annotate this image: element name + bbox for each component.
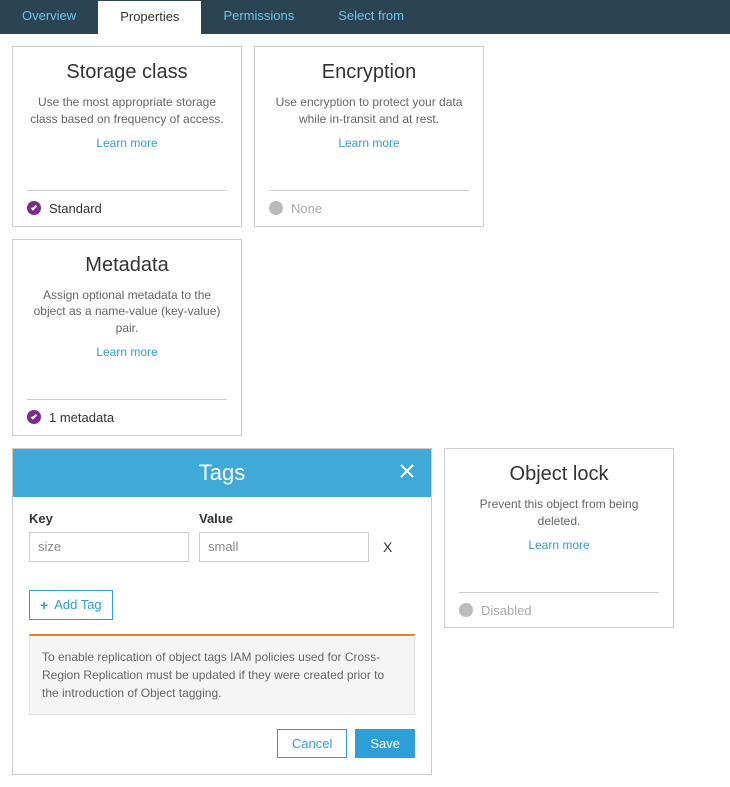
plus-icon: + (40, 597, 48, 613)
card-desc: Use encryption to protect your data whil… (269, 94, 469, 128)
card-footer: None (269, 190, 469, 226)
card-encryption[interactable]: Encryption Use encryption to protect you… (254, 46, 484, 227)
learn-more-link[interactable]: Learn more (27, 136, 227, 150)
card-desc: Prevent this object from being deleted. (459, 496, 659, 530)
tab-properties[interactable]: Properties (98, 0, 201, 34)
tab-permissions[interactable]: Permissions (201, 0, 316, 34)
card-title: Object lock (459, 463, 659, 486)
card-tags: Tags Key Value X + Add Tag To enable rep… (12, 448, 432, 775)
info-box: To enable replication of object tags IAM… (29, 634, 415, 715)
card-footer: Standard (27, 190, 227, 226)
card-title: Storage class (27, 61, 227, 84)
learn-more-link[interactable]: Learn more (27, 345, 227, 359)
card-object-lock[interactable]: Object lock Prevent this object from bei… (444, 448, 674, 628)
check-icon (27, 201, 41, 215)
tag-value-input[interactable] (199, 532, 369, 562)
add-tag-button[interactable]: + Add Tag (29, 590, 113, 620)
card-desc: Assign optional metadata to the object a… (27, 287, 227, 337)
tags-header: Tags (13, 449, 431, 497)
learn-more-link[interactable]: Learn more (269, 136, 469, 150)
card-title: Encryption (269, 61, 469, 84)
key-label: Key (29, 511, 199, 526)
learn-more-link[interactable]: Learn more (459, 538, 659, 552)
status-text: 1 metadata (49, 410, 114, 425)
dot-icon (459, 603, 473, 617)
value-label: Value (199, 511, 233, 526)
card-footer: 1 metadata (27, 399, 227, 435)
card-desc: Use the most appropriate storage class b… (27, 94, 227, 128)
check-icon (27, 410, 41, 424)
status-text: Standard (49, 201, 102, 216)
tag-key-input[interactable] (29, 532, 189, 562)
tab-select-from[interactable]: Select from (316, 0, 426, 34)
card-title: Metadata (27, 254, 227, 277)
status-text: None (291, 201, 322, 216)
tags-title: Tags (199, 460, 245, 486)
save-button[interactable]: Save (355, 729, 415, 758)
card-footer: Disabled (459, 592, 659, 628)
status-text: Disabled (481, 603, 532, 618)
tab-bar: Overview Properties Permissions Select f… (0, 0, 730, 34)
card-metadata[interactable]: Metadata Assign optional metadata to the… (12, 239, 242, 436)
tab-overview[interactable]: Overview (0, 0, 98, 34)
dot-icon (269, 201, 283, 215)
card-storage-class[interactable]: Storage class Use the most appropriate s… (12, 46, 242, 227)
add-tag-label: Add Tag (54, 597, 101, 612)
cancel-button[interactable]: Cancel (277, 729, 347, 758)
close-icon[interactable] (397, 461, 417, 484)
remove-tag-icon[interactable]: X (379, 539, 396, 555)
